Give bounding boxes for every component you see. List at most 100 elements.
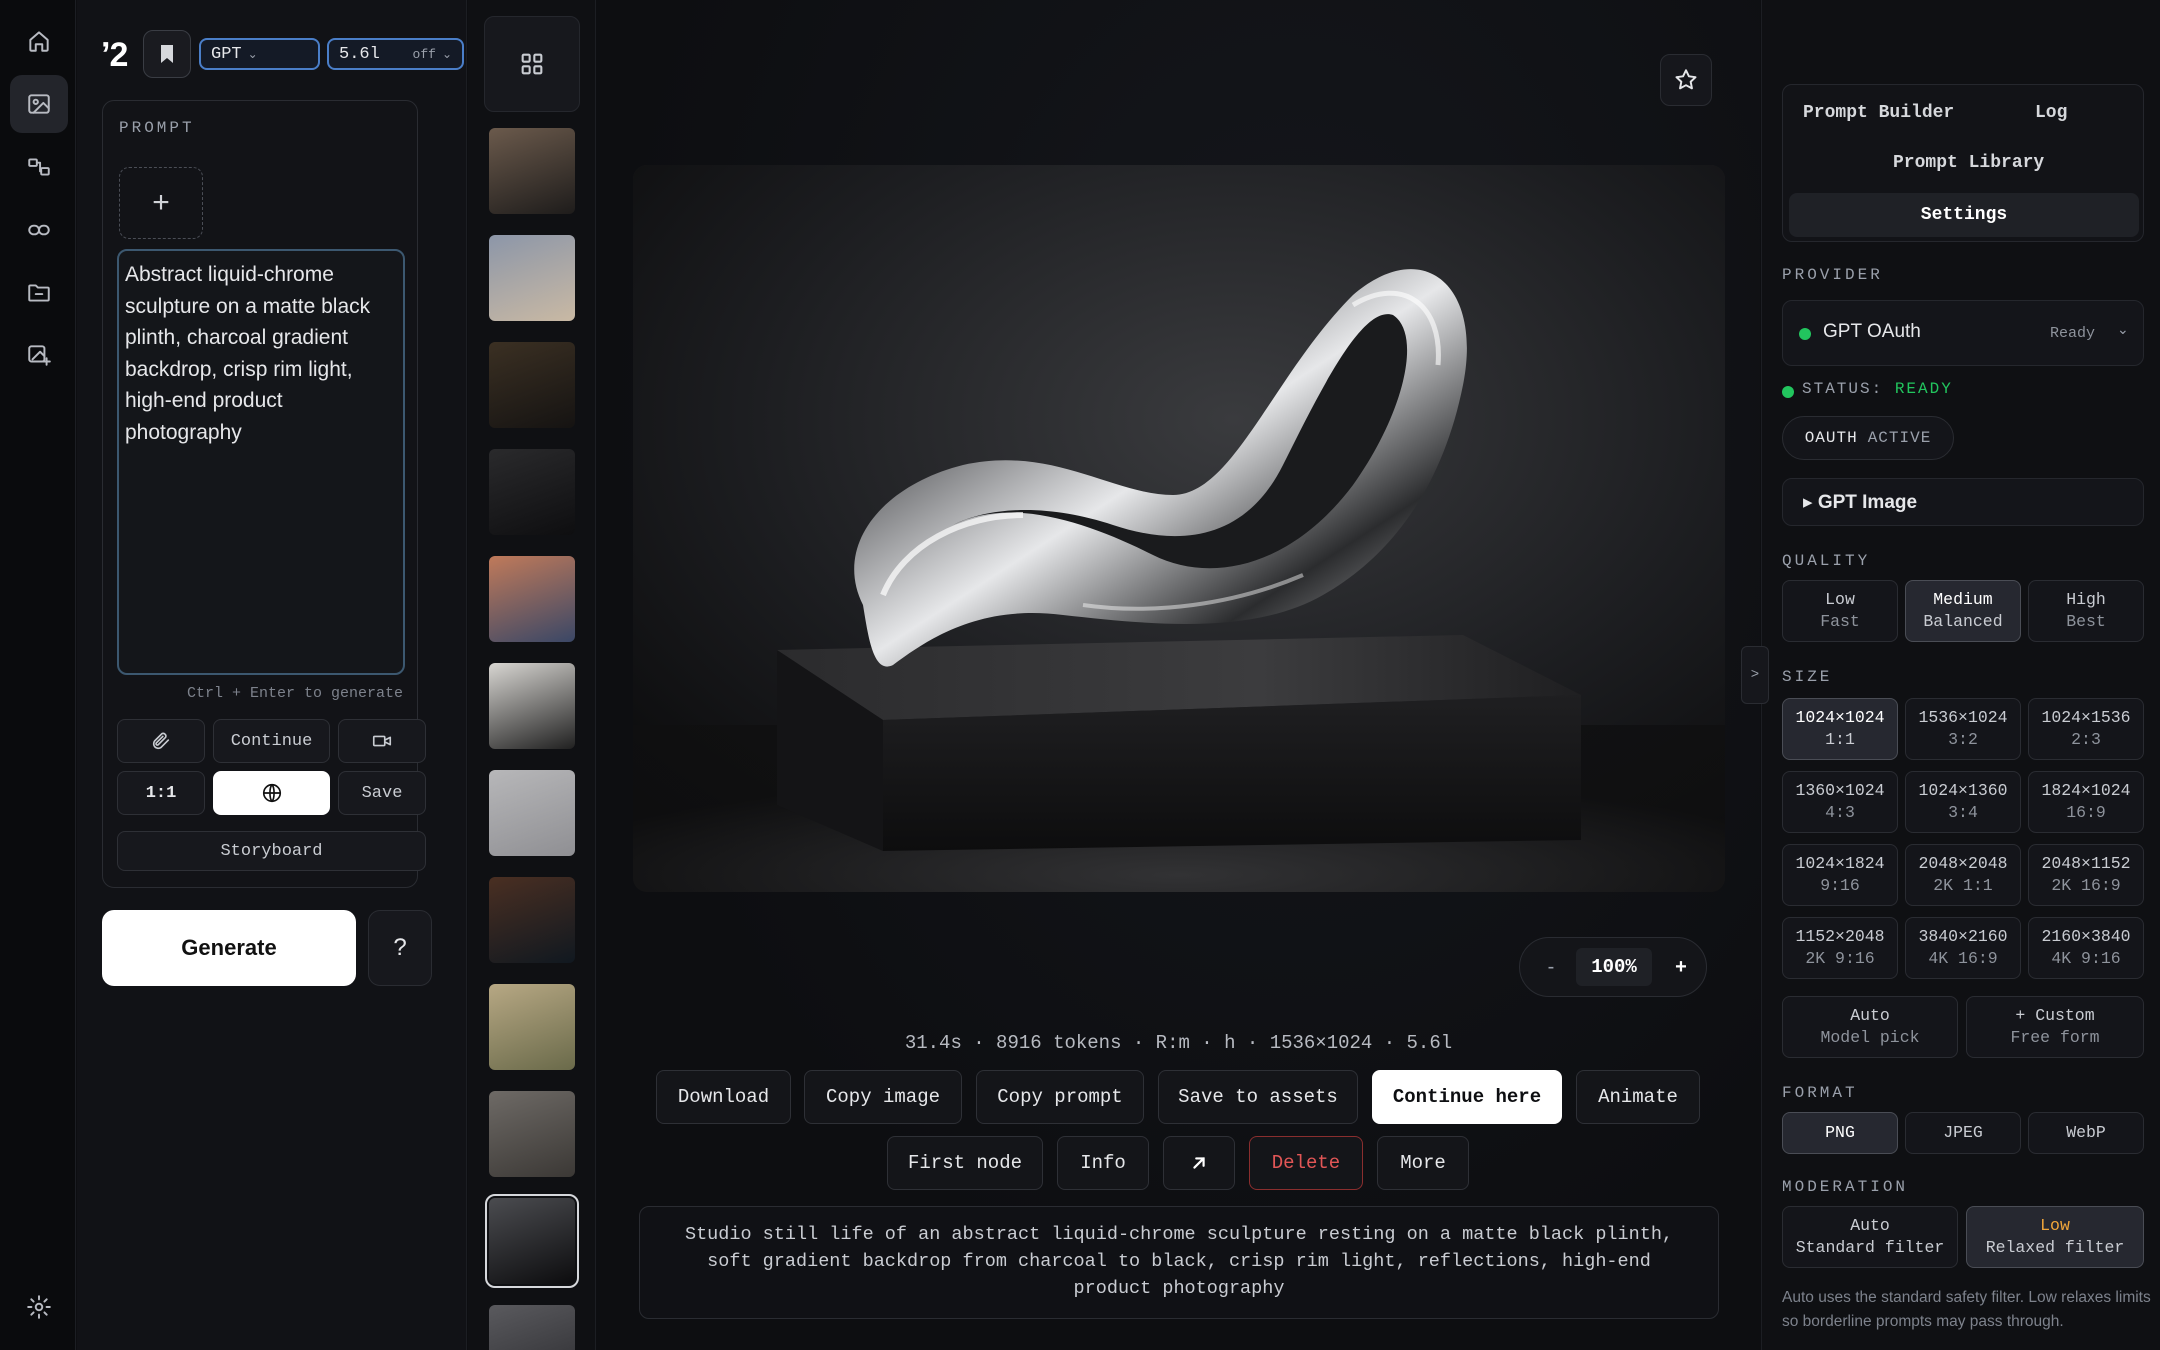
status-line: STATUS: READY — [1802, 380, 1953, 398]
size-sub: 1:1 — [1825, 730, 1855, 749]
storyboard-button[interactable]: Storyboard — [117, 831, 426, 871]
size-main: 1024×1024 — [1795, 708, 1885, 727]
status-dot — [1799, 328, 1811, 340]
help-button[interactable]: ? — [368, 910, 432, 986]
format-webp-button[interactable]: WebP — [2028, 1112, 2144, 1154]
size-option-button[interactable]: 1024×1360 3:4 — [1905, 771, 2021, 833]
generate-button[interactable]: Generate — [102, 910, 356, 986]
image-icon — [28, 94, 50, 114]
animate-button[interactable]: Animate — [1576, 1070, 1700, 1124]
nav-image[interactable] — [10, 75, 68, 133]
web-search-toggle[interactable] — [213, 771, 330, 815]
format-png-button[interactable]: PNG — [1782, 1112, 1898, 1154]
moderation-auto-button[interactable]: Auto Standard filter — [1782, 1206, 1958, 1268]
size-option-button[interactable]: 1536×1024 3:2 — [1905, 698, 2021, 760]
copy-image-button[interactable]: Copy image — [804, 1070, 962, 1124]
nav-nodes[interactable] — [10, 138, 68, 196]
quality-medium-button[interactable]: Medium Balanced — [1905, 580, 2021, 642]
size-custom-button[interactable]: + Custom Free form — [1966, 996, 2144, 1058]
provider-select[interactable]: GPT OAuth Ready ⌄ — [1782, 300, 2144, 366]
generated-image[interactable] — [633, 165, 1725, 892]
thumbnail-gold-sculpture[interactable] — [489, 342, 575, 428]
aspect-ratio-button[interactable]: 1:1 — [117, 771, 205, 815]
nav-add-image[interactable] — [10, 326, 68, 384]
model-select[interactable]: GPT ⌄ — [199, 38, 320, 70]
gear-icon — [27, 1295, 51, 1319]
thumbnail-chrome-sculpture-1[interactable] — [489, 128, 575, 214]
nav-models[interactable] — [10, 201, 68, 259]
thumbnail-marble-sculpture[interactable] — [489, 235, 575, 321]
attach-button[interactable] — [117, 719, 205, 763]
size-option-button[interactable]: 3840×2160 4K 16:9 — [1905, 917, 2021, 979]
add-reference-button[interactable]: + — [119, 167, 203, 239]
size-option-button[interactable]: 1360×1024 4:3 — [1782, 771, 1898, 833]
prompt-textarea[interactable]: Abstract liquid-chrome sculpture on a ma… — [117, 249, 405, 675]
thumbnail-night-street[interactable] — [489, 877, 575, 963]
size-option-button[interactable]: 1024×1824 9:16 — [1782, 844, 1898, 906]
size-option-button[interactable]: 1824×1024 16:9 — [2028, 771, 2144, 833]
moderation-label: MODERATION — [1782, 1178, 1909, 1196]
delete-button[interactable]: Delete — [1249, 1136, 1363, 1190]
quality-main: High — [2066, 590, 2106, 609]
size-option-button[interactable]: 2048×1152 2K 16:9 — [2028, 844, 2144, 906]
tab-settings[interactable]: Settings — [1789, 193, 2139, 237]
copy-prompt-button[interactable]: Copy prompt — [976, 1070, 1144, 1124]
size-option-button[interactable]: 2160×3840 4K 9:16 — [2028, 917, 2144, 979]
bookmark-button[interactable] — [143, 30, 191, 78]
thumbnail-camera[interactable] — [489, 449, 575, 535]
nav-folder[interactable] — [10, 264, 68, 322]
app-logo: ʼ2 — [101, 36, 128, 74]
favorite-button[interactable] — [1660, 54, 1712, 106]
prompt-card: PROMPT + Abstract liquid-chrome sculptur… — [102, 100, 426, 888]
thumbnail-isometric-house[interactable] — [489, 984, 575, 1070]
gpt-image-group[interactable]: ▸ GPT Image — [1782, 478, 2144, 526]
thumbnail-chrome-sculpture-selected[interactable] — [485, 1194, 579, 1288]
grid-view-button[interactable] — [484, 16, 580, 112]
moderation-low-button[interactable]: Low Relaxed filter — [1966, 1206, 2144, 1268]
quality-sub: Balanced — [1923, 612, 2003, 631]
thumbnail-sneaker[interactable] — [489, 770, 575, 856]
size-option-button[interactable]: 2048×2048 2K 1:1 — [1905, 844, 2021, 906]
format-jpeg-button[interactable]: JPEG — [1905, 1112, 2021, 1154]
tab-prompt-builder[interactable]: Prompt Builder — [1803, 103, 1954, 123]
size-main: 1360×1024 — [1795, 781, 1885, 800]
tab-prompt-library[interactable]: Prompt Library — [1893, 153, 2044, 173]
zoom-control: - 100% + — [1519, 937, 1707, 997]
size-auto-sub: Model pick — [1820, 1028, 1920, 1047]
collapse-panel-button[interactable]: > — [1741, 646, 1769, 704]
nav-settings[interactable] — [10, 1278, 68, 1336]
size-option-button[interactable]: 1152×2048 2K 9:16 — [1782, 917, 1898, 979]
download-button[interactable]: Download — [656, 1070, 791, 1124]
size-option-button[interactable]: 1024×1536 2:3 — [2028, 698, 2144, 760]
save-to-assets-button[interactable]: Save to assets — [1158, 1070, 1358, 1124]
size-sub: 3:2 — [1948, 730, 1978, 749]
thumbnail-white-room[interactable] — [489, 1305, 575, 1350]
continue-button[interactable]: Continue — [213, 719, 330, 763]
size-main: 1824×1024 — [2041, 781, 2131, 800]
video-icon — [372, 735, 392, 747]
tab-log[interactable]: Log — [2035, 103, 2067, 123]
info-button[interactable]: Info — [1057, 1136, 1149, 1190]
quality-low-button[interactable]: Low Fast — [1782, 580, 1898, 642]
size-option-button[interactable]: 1024×1024 1:1 — [1782, 698, 1898, 760]
version-select[interactable]: 5.6l off ⌄ — [327, 38, 464, 70]
quality-high-button[interactable]: High Best — [2028, 580, 2144, 642]
open-external-button[interactable] — [1163, 1136, 1235, 1190]
video-button[interactable] — [338, 719, 426, 763]
chevron-down-icon: ⌄ — [441, 47, 452, 61]
thumbnail-mountain-lake[interactable] — [489, 556, 575, 642]
zoom-out-button[interactable]: - — [1530, 938, 1572, 996]
first-node-button[interactable]: First node — [887, 1136, 1043, 1190]
thumbnail-poster[interactable] — [489, 663, 575, 749]
save-button[interactable]: Save — [338, 771, 426, 815]
zoom-in-button[interactable]: + — [1660, 938, 1702, 996]
model-select-value: GPT — [211, 44, 242, 64]
size-sub: 2K 1:1 — [1933, 876, 1993, 895]
more-button[interactable]: More — [1377, 1136, 1469, 1190]
size-auto-button[interactable]: Auto Model pick — [1782, 996, 1958, 1058]
nav-home[interactable] — [10, 12, 68, 70]
continue-here-button[interactable]: Continue here — [1372, 1070, 1562, 1124]
version-select-sub: off — [412, 46, 436, 62]
size-sub: 4:3 — [1825, 803, 1855, 822]
thumbnail-interior[interactable] — [489, 1091, 575, 1177]
